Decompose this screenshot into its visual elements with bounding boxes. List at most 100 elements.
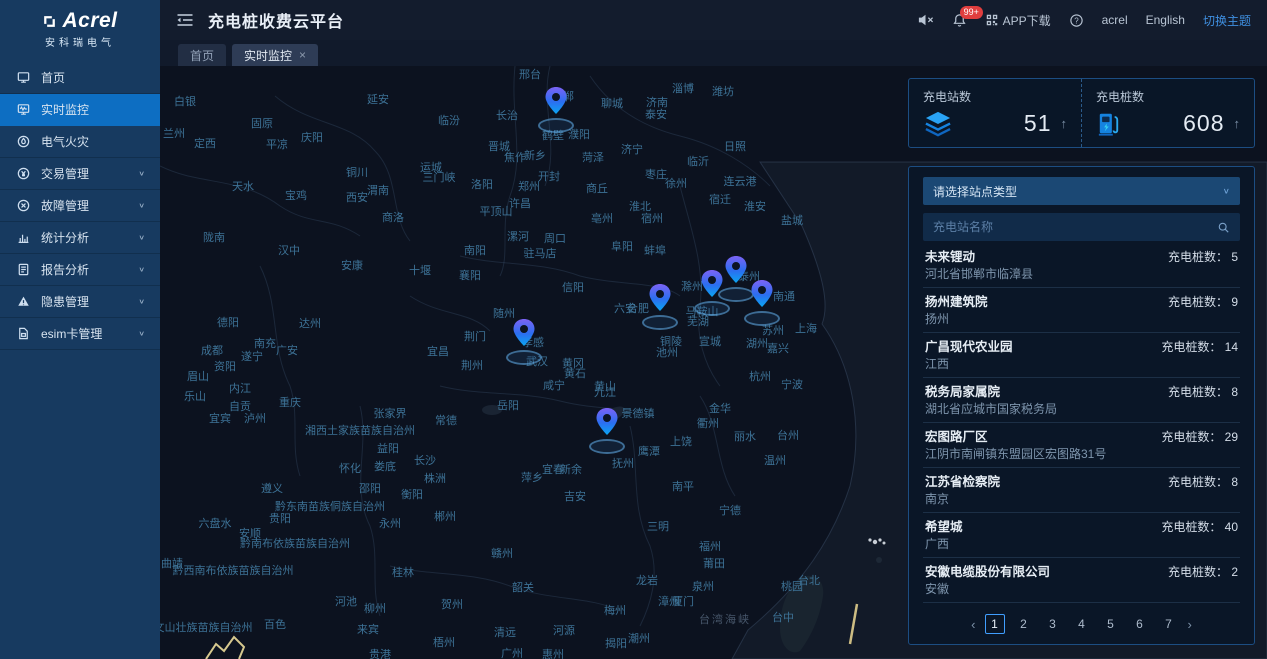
sidebar-item-报告分析[interactable]: 报告分析∨	[0, 254, 160, 286]
station-location: 南京	[925, 493, 1238, 506]
charging-station-pin[interactable]	[742, 279, 782, 326]
station-list-item[interactable]: 江苏省检察院充电桩数： 8南京	[923, 468, 1240, 513]
mute-icon[interactable]	[917, 13, 934, 27]
station-list-item[interactable]: 宏图路厂区充电桩数： 29江阴市南闸镇东盟园区宏图路31号	[923, 423, 1240, 468]
station-search	[923, 213, 1240, 241]
map-city-label: 三门峡	[423, 169, 456, 185]
map-city-label: 揭阳	[605, 635, 627, 651]
map-city-label: 永州	[379, 515, 401, 531]
map-city-label: 金华	[709, 400, 731, 416]
pager-page-1[interactable]: 1	[985, 614, 1005, 634]
map-city-label: 宁波	[781, 376, 803, 392]
stat-pile-label: 充电桩数	[1096, 88, 1240, 105]
station-search-input[interactable]	[933, 220, 1217, 234]
map-city-label: 厦门	[672, 593, 694, 609]
brand-name: Acrel	[62, 9, 117, 33]
charging-station-pin[interactable]	[536, 86, 576, 133]
map-city-label: 贵阳	[269, 510, 291, 526]
fire-icon	[15, 134, 31, 150]
app-download-link[interactable]: APP下载	[985, 12, 1051, 29]
map-city-label: 南充	[254, 335, 276, 351]
theme-switch-link[interactable]: 切换主题	[1203, 12, 1251, 29]
map-city-label: 驻马店	[524, 245, 557, 261]
charging-station-pin[interactable]	[640, 283, 680, 330]
map-city-label: 徐州	[665, 175, 687, 191]
map-city-label: 咸宁	[543, 377, 565, 393]
map-city-label: 梧州	[433, 634, 455, 650]
tab-实时监控[interactable]: 实时监控×	[232, 44, 318, 66]
close-icon[interactable]: ×	[299, 48, 306, 62]
pager-page-7[interactable]: 7	[1159, 614, 1179, 634]
help-icon[interactable]: ?	[1069, 13, 1084, 28]
username[interactable]: acrel	[1102, 13, 1128, 27]
search-icon[interactable]	[1217, 221, 1230, 234]
station-list-item[interactable]: 安徽电缆股份有限公司充电桩数： 2安徽	[923, 558, 1240, 603]
sidebar-item-首页[interactable]: 首页	[0, 62, 160, 94]
station-list-item[interactable]: 税务局家属院充电桩数： 8湖北省应城市国家税务局	[923, 378, 1240, 423]
sidebar-item-电气火灾[interactable]: 电气火灾	[0, 126, 160, 158]
map-city-label: 台北	[798, 572, 820, 588]
pin-marker-icon	[511, 318, 537, 352]
sidebar-item-label: 首页	[41, 69, 65, 86]
station-pile-count: 充电桩数： 14	[1161, 340, 1238, 354]
map-city-label: 岳阳	[497, 397, 519, 413]
pager-page-3[interactable]: 3	[1043, 614, 1063, 634]
charging-station-pin[interactable]	[504, 318, 544, 365]
map-city-label: 鹰潭	[638, 443, 660, 459]
station-pile-count: 充电桩数： 9	[1168, 295, 1238, 309]
sidebar-item-交易管理[interactable]: 交易管理∨	[0, 158, 160, 190]
map-city-label: 六盘水	[199, 515, 232, 531]
pager-next[interactable]: ›	[1188, 617, 1192, 632]
map-city-label: 黄山	[594, 378, 616, 394]
charging-station-pin[interactable]	[587, 407, 627, 454]
map-city-label: 贵港	[369, 646, 391, 659]
pager-page-5[interactable]: 5	[1101, 614, 1121, 634]
sidebar: Acrel 安科瑞电气 首页实时监控电气火灾交易管理∨故障管理∨统计分析∨报告分…	[0, 0, 160, 659]
pager-prev[interactable]: ‹	[971, 617, 975, 632]
map-city-label: 襄阳	[459, 267, 481, 283]
station-location: 扬州	[925, 313, 1238, 326]
stat-station-value: 51	[1024, 110, 1052, 137]
sidebar-item-实时监控[interactable]: 实时监控	[0, 94, 160, 126]
sim-icon	[15, 326, 31, 342]
chevron-down-icon: ∨	[138, 233, 145, 241]
language-switch[interactable]: English	[1146, 13, 1185, 27]
pager-page-2[interactable]: 2	[1014, 614, 1034, 634]
menu-fold-icon[interactable]	[176, 13, 194, 27]
map-city-label: 兰州	[163, 125, 185, 141]
pager-page-4[interactable]: 4	[1072, 614, 1092, 634]
map-city-label: 济宁	[621, 141, 643, 157]
station-list-item[interactable]: 广昌现代农业园充电桩数： 14江西	[923, 333, 1240, 378]
map-city-label: 遵义	[261, 480, 283, 496]
station-list-item[interactable]: 未来锂动充电桩数： 5河北省邯郸市临漳县	[923, 243, 1240, 288]
station-list-item[interactable]: 希望城充电桩数： 40广西	[923, 513, 1240, 558]
sidebar-item-故障管理[interactable]: 故障管理∨	[0, 190, 160, 222]
map-city-label: 长沙	[414, 452, 436, 468]
map-city-label: 邢台	[519, 66, 541, 82]
home-icon	[15, 70, 31, 86]
site-type-select[interactable]: 请选择站点类型 ∨	[923, 177, 1240, 205]
chevron-down-icon: ∨	[138, 169, 145, 177]
map-city-label: 益阳	[377, 440, 399, 456]
station-pile-count: 充电桩数： 8	[1168, 475, 1238, 489]
station-list-item[interactable]: 扬州建筑院充电桩数： 9扬州	[923, 288, 1240, 333]
station-location: 安徽	[925, 583, 1238, 596]
map-city-label: 白银	[174, 93, 196, 109]
map-city-label: 黄冈	[562, 355, 584, 371]
map-city-label: 邵阳	[359, 480, 381, 496]
china-map[interactable]: 白银兰州定西固原平凉庆阳延安临汾长治晋城运城三门峡洛阳铜川渭南西安宝鸡天水商洛陇…	[160, 66, 1267, 659]
station-list-panel: 请选择站点类型 ∨ 未来锂动充电桩数： 5河北省邯郸市临漳县扬州建筑院充电桩数：…	[908, 166, 1255, 645]
map-city-label: 安康	[341, 257, 363, 273]
map-city-label: 六安	[614, 300, 636, 316]
tab-首页[interactable]: 首页	[178, 44, 226, 66]
sea-label: 台湾海峡	[699, 611, 751, 627]
map-city-label: 桂林	[392, 564, 414, 580]
sidebar-item-隐患管理[interactable]: 隐患管理∨	[0, 286, 160, 318]
sidebar-item-统计分析[interactable]: 统计分析∨	[0, 222, 160, 254]
station-pile-count: 充电桩数： 2	[1168, 565, 1238, 579]
chevron-down-icon: ∨	[138, 201, 145, 209]
pager-page-6[interactable]: 6	[1130, 614, 1150, 634]
sidebar-item-esim卡管理[interactable]: esim卡管理∨	[0, 318, 160, 350]
notification-bell-icon[interactable]: 99+	[952, 13, 967, 28]
map-city-label: 常德	[435, 412, 457, 428]
